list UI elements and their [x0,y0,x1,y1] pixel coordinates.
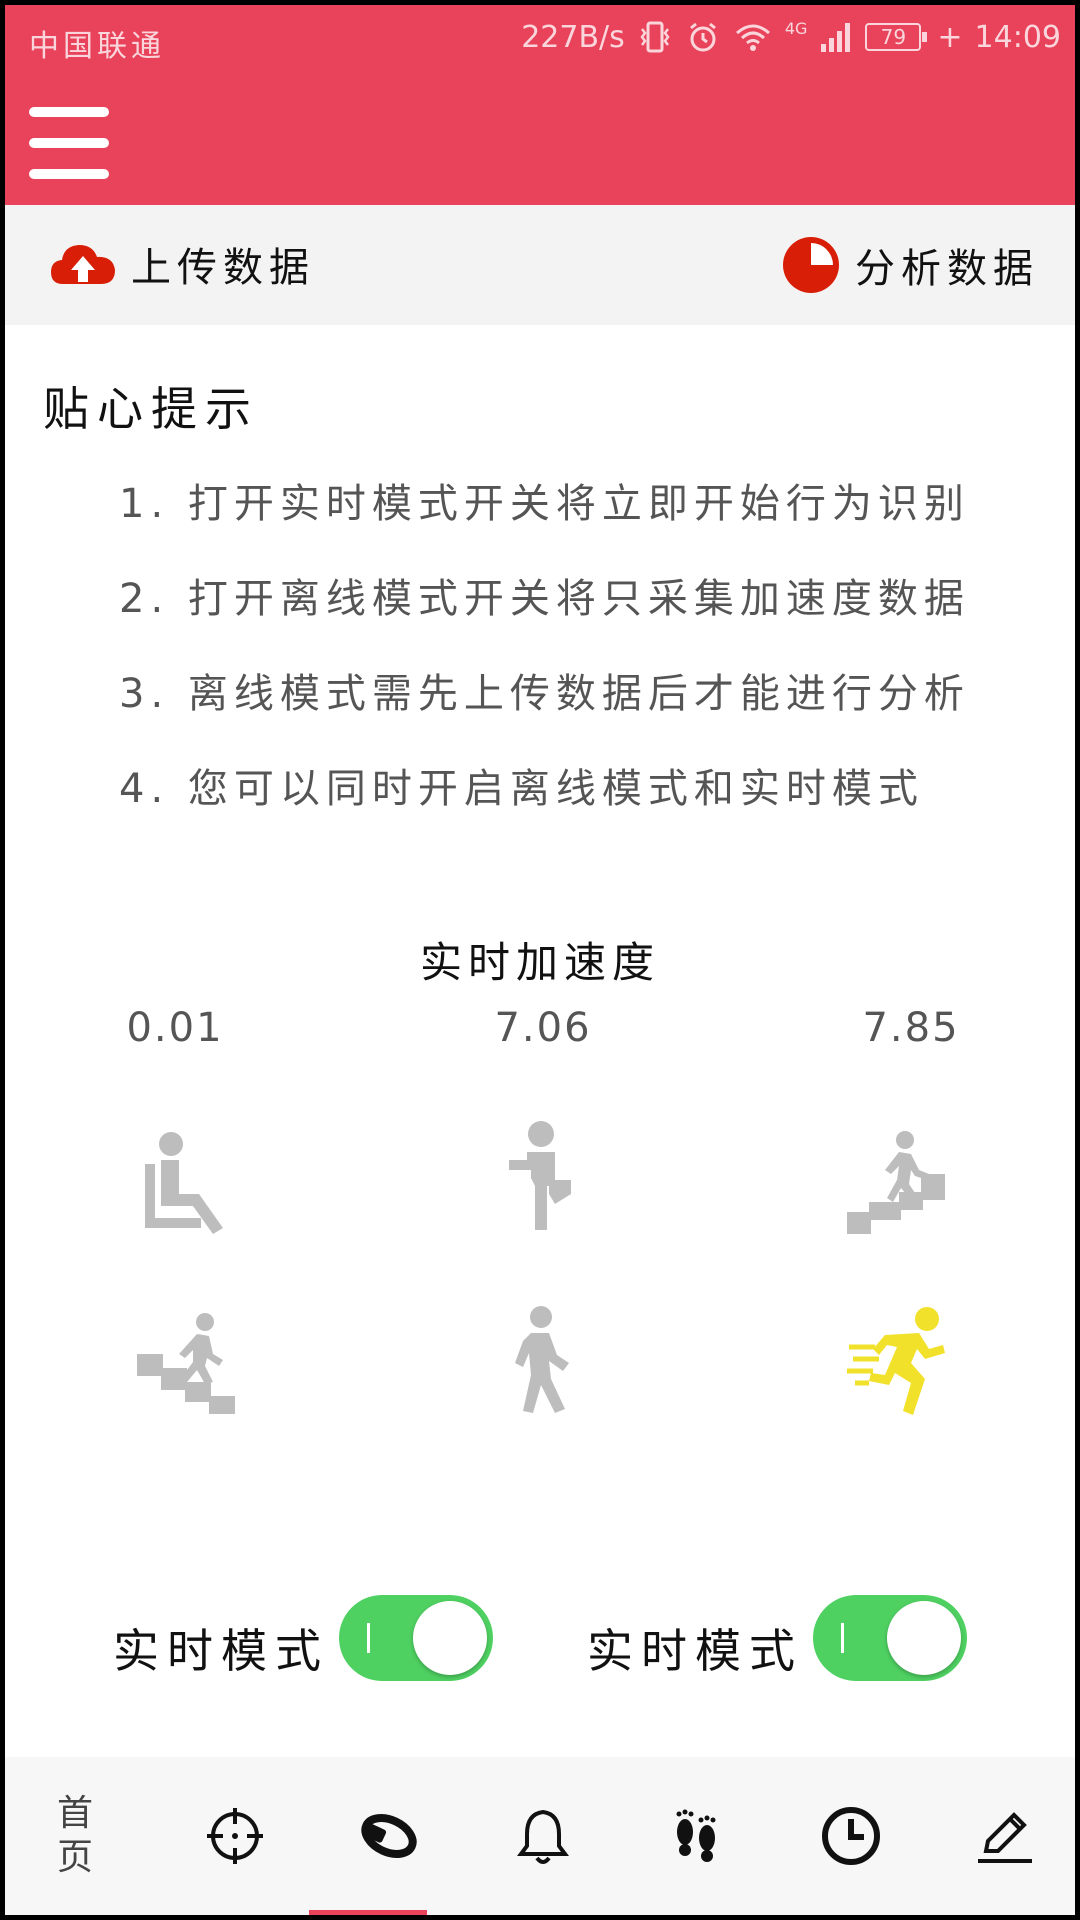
tip-item-4: 4. 您可以同时开启离线模式和实时模式 [119,766,924,812]
alarm-icon [689,22,716,52]
sitting-person-icon [145,1132,223,1234]
screen: 中国联通 227B/s 4G 79 + 14:09 上传数据 分析数据 贴心提示… [5,5,1075,1915]
status-bar: 中国联通 227B/s 4G 79 + 14:09 [5,5,1075,77]
analyze-data-button[interactable]: 分析数据 [781,235,1039,295]
tip-item-1: 1. 打开实时模式开关将立即开始行为识别 [119,481,970,527]
walking-person-icon [515,1306,569,1413]
acceleration-z-value: 7.85 [862,1005,960,1051]
tips-title: 贴心提示 [43,382,259,436]
action-bar: 上传数据 分析数据 [5,205,1075,325]
analyze-data-label: 分析数据 [855,246,1039,292]
hamburger-menu-icon[interactable] [29,107,109,179]
pie-chart-icon [783,237,839,293]
carrier-name: 中国联通 [29,29,165,64]
switch-on-mark [841,1623,844,1653]
running-person-icon[interactable] [845,1305,955,1415]
switch-on-mark [367,1623,370,1653]
nav-active-indicator [309,1910,427,1915]
clock-time: 14:09 [974,19,1061,55]
app-bar: 中国联通 227B/s 4G 79 + 14:09 [5,5,1075,205]
pencil-icon [978,1812,1032,1863]
wifi-icon [735,24,770,51]
battery-icon: 79 [865,23,928,51]
network-type: 4G [784,19,808,38]
menu-line [29,107,109,117]
walking-upstairs-icon [847,1131,945,1234]
upload-data-button[interactable]: 上传数据 [49,235,315,293]
wristband-icon [361,1814,417,1858]
nav-target[interactable] [185,1757,285,1915]
acceleration-title: 实时加速度 [419,938,660,987]
realtime-mode-label: 实时模式 [113,1624,329,1678]
walking-downstairs-icon [137,1313,235,1414]
nav-home[interactable]: 首页 [25,1757,125,1915]
signal-icon [821,23,851,52]
nav-history[interactable] [801,1757,901,1915]
second-mode-switch[interactable] [813,1595,967,1681]
net-speed: 227B/s [521,19,625,55]
switch-knob [887,1601,961,1675]
nav-band[interactable] [339,1757,439,1915]
bell-icon [517,1809,569,1864]
acceleration-x-value: 0.01 [126,1005,224,1051]
menu-line [29,138,109,148]
tip-item-2: 2. 打开离线模式开关将只采集加速度数据 [119,576,970,622]
menu-line [29,169,109,179]
footprints-icon [676,1809,716,1862]
cloud-upload-icon [51,245,115,284]
realtime-mode-switch[interactable] [339,1595,493,1681]
crosshair-icon [207,1808,263,1864]
nav-steps[interactable] [647,1757,747,1915]
vibrate-icon [640,21,670,53]
nav-edit[interactable] [955,1757,1055,1915]
charging-icon: + [937,19,963,55]
status-right: 227B/s 4G 79 + 14:09 [521,19,1061,55]
bottom-nav: 首页 [5,1757,1075,1915]
upload-data-label: 上传数据 [131,245,315,291]
standing-person-icon [509,1121,571,1230]
tip-item-3: 3. 离线模式需先上传数据后才能进行分析 [119,671,970,717]
clock-icon [822,1807,880,1865]
switch-knob [413,1601,487,1675]
nav-notifications[interactable] [493,1757,593,1915]
nav-home-label: 首页 [56,1793,93,1878]
acceleration-y-value: 7.06 [494,1005,592,1051]
second-mode-label: 实时模式 [587,1624,803,1678]
